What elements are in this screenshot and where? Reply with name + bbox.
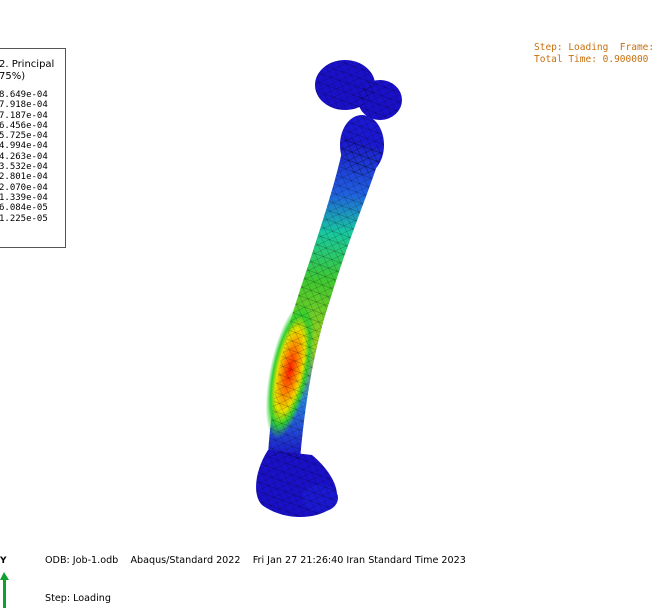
step-footer: Step: Loading: [45, 593, 111, 604]
triad-y-label: Y: [0, 556, 7, 566]
orientation-triad: Y: [0, 556, 12, 608]
y-axis-arrow-icon: [0, 572, 9, 608]
model-viewport[interactable]: [0, 0, 669, 602]
femur-mesh: [256, 60, 402, 518]
odb-info: ODB: Job-1.odb Abaqus/Standard 2022 Fri …: [45, 555, 466, 566]
